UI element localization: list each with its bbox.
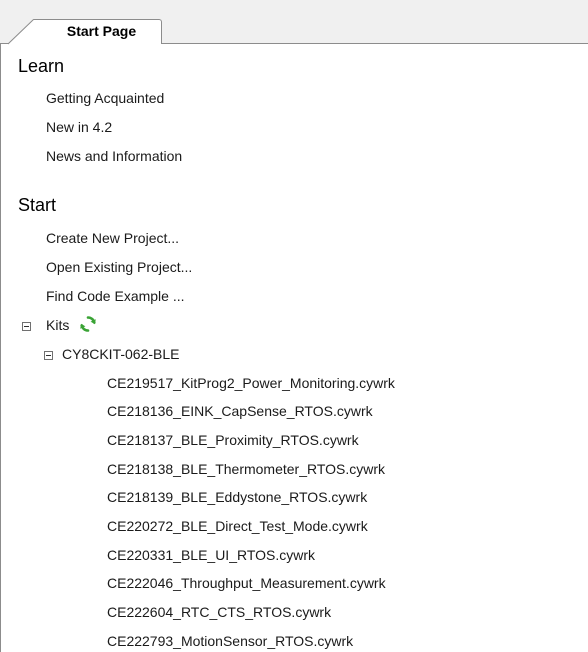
learn-heading: Learn [18, 56, 65, 76]
link-news-and-information[interactable]: News and Information [46, 148, 182, 164]
kit-file-item[interactable]: CE218136_EINK_CapSense_RTOS.cywrk [107, 403, 373, 419]
kit-file-item[interactable]: CE220272_BLE_Direct_Test_Mode.cywrk [107, 518, 368, 534]
kit-file-item[interactable]: CE218138_BLE_Thermometer_RTOS.cywrk [107, 461, 385, 477]
kit-file-item[interactable]: CE218137_BLE_Proximity_RTOS.cywrk [107, 432, 359, 448]
kit-file-item[interactable]: CE220331_BLE_UI_RTOS.cywrk [107, 547, 315, 563]
kits-collapse-toggle[interactable] [22, 322, 31, 331]
refresh-icon[interactable] [79, 315, 97, 333]
kit-file-item[interactable]: CE222046_Throughput_Measurement.cywrk [107, 575, 386, 591]
link-create-new-project[interactable]: Create New Project... [46, 230, 179, 246]
start-heading: Start [18, 195, 57, 215]
tab-start-page[interactable]: Start Page [34, 19, 162, 44]
kit-file-item[interactable]: CE222604_RTC_CTS_RTOS.cywrk [107, 604, 331, 620]
link-open-existing-project[interactable]: Open Existing Project... [46, 259, 192, 275]
kit-file-item[interactable]: CE222793_MotionSensor_RTOS.cywrk [107, 633, 353, 649]
kit-file-item[interactable]: CE219517_KitProg2_Power_Monitoring.cywrk [107, 375, 395, 391]
start-page-content: Learn Getting Acquainted New in 4.2 News… [0, 44, 588, 652]
start-page-window: Start Page Learn Getting Acquainted New … [0, 0, 588, 652]
link-new-in-version[interactable]: New in 4.2 [46, 119, 112, 135]
kit-collapse-toggle[interactable] [44, 351, 53, 360]
link-getting-acquainted[interactable]: Getting Acquainted [46, 90, 164, 106]
kit-file-item[interactable]: CE218139_BLE_Eddystone_RTOS.cywrk [107, 489, 367, 505]
link-find-code-example[interactable]: Find Code Example ... [46, 288, 185, 304]
kit-label: CY8CKIT-062-BLE [62, 346, 180, 362]
kits-label: Kits [46, 317, 70, 333]
